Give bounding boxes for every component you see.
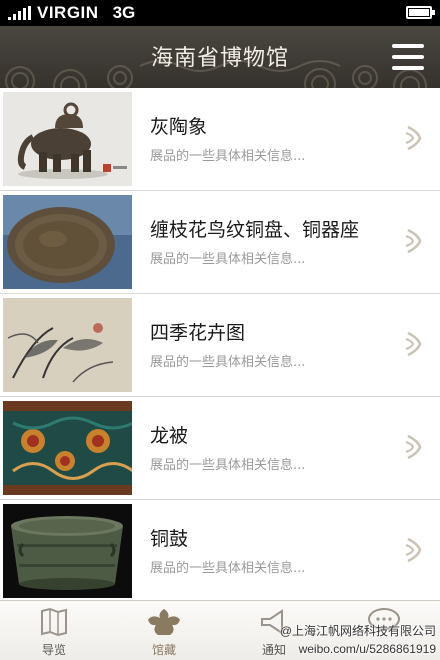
exhibit-thumbnail (3, 195, 132, 289)
chevron-right-icon (405, 125, 422, 151)
item-description: 展品的一些具体相关信息... (150, 561, 306, 576)
weibo-watermark: @上海江帆网络科技有限公司 weibo.com/u/5286861919 (176, 622, 436, 658)
item-description: 展品的一些具体相关信息... (150, 458, 306, 473)
watermark-line: weibo.com/u/5286861919 (298, 642, 436, 656)
chevron-right-icon (405, 331, 422, 357)
watermark-line: @上海江帆网络科技有限公司 (279, 624, 436, 638)
item-description: 展品的一些具体相关信息... (150, 355, 306, 370)
item-title: 四季花卉图 (150, 322, 246, 344)
exhibit-thumbnail (3, 92, 132, 186)
item-description: 展品的一些具体相关信息... (150, 252, 306, 267)
tab-guide[interactable]: 导览 (10, 601, 98, 660)
exhibit-thumbnail (3, 298, 132, 392)
chevron-right-icon (405, 228, 422, 254)
list-item[interactable]: 缠枝花鸟纹铜盘、铜器座 展品的一些具体相关信息... (0, 191, 440, 294)
list-item[interactable]: 四季花卉图 展品的一些具体相关信息... (0, 294, 440, 397)
item-title: 灰陶象 (150, 116, 208, 138)
app-header: 海南省博物馆 (0, 26, 440, 88)
battery-icon (406, 6, 435, 19)
exhibit-thumbnail (3, 504, 132, 598)
item-title: 龙被 (150, 425, 189, 447)
network-type: 3G (112, 3, 136, 22)
collection-list: 灰陶象 展品的一些具体相关信息... 缠枝花鸟纹铜盘、铜器座 展品的一些具体相关… (0, 88, 440, 603)
menu-button[interactable] (392, 44, 424, 70)
status-bar: VIRGIN 3G (0, 0, 440, 26)
item-title: 铜鼓 (150, 528, 189, 550)
item-description: 展品的一些具体相关信息... (150, 149, 306, 164)
exhibit-thumbnail (3, 401, 132, 495)
list-item[interactable]: 灰陶象 展品的一些具体相关信息... (0, 88, 440, 191)
item-title: 缠枝花鸟纹铜盘、铜器座 (150, 219, 360, 241)
carrier-name: VIRGIN (37, 3, 99, 22)
list-item[interactable]: 铜鼓 展品的一些具体相关信息... (0, 500, 440, 603)
signal-strength-icon (8, 6, 31, 20)
map-icon (41, 607, 67, 637)
chevron-right-icon (405, 434, 422, 460)
tab-label: 导览 (41, 643, 66, 657)
list-item[interactable]: 龙被 展品的一些具体相关信息... (0, 397, 440, 500)
page-title: 海南省博物馆 (150, 46, 289, 71)
chevron-right-icon (405, 537, 422, 563)
